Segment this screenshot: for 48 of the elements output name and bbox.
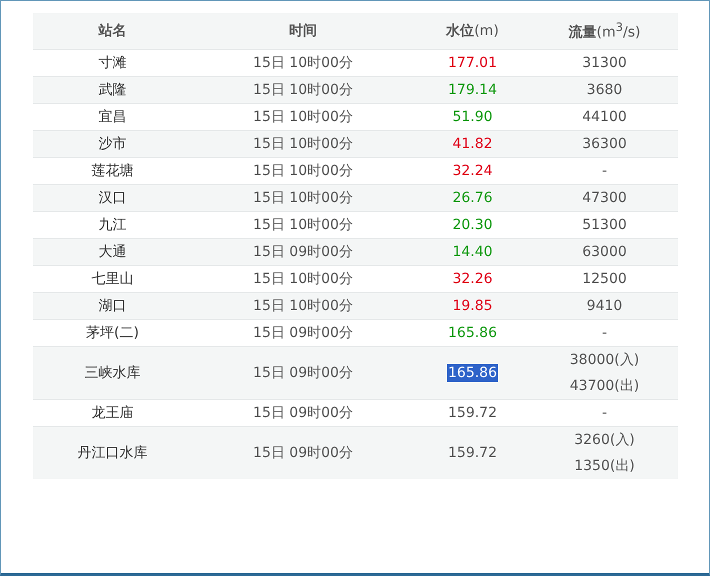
water-level-value: 26.76 — [451, 189, 494, 207]
water-level-value: 159.72 — [447, 404, 498, 422]
flow-value: 44100 — [581, 108, 628, 127]
flow-value: 31300 — [581, 54, 628, 73]
water-level-value: 159.72 — [447, 444, 498, 462]
water-level-value: 179.14 — [447, 81, 498, 99]
flow-value: 36300 — [581, 135, 628, 154]
table-cell: 沙市 — [33, 130, 192, 158]
water-level-value: 19.85 — [451, 297, 494, 315]
flow-value: - — [600, 324, 608, 343]
flow-value: - — [600, 404, 608, 423]
table-cell: 15日 10时00分 — [192, 130, 414, 158]
table-cell: 武隆 — [33, 76, 192, 104]
flow-value: 38000(入) — [568, 351, 640, 370]
flow-value: 12500 — [581, 270, 628, 289]
water-level-value: 14.40 — [451, 243, 494, 261]
water-level-value: 51.90 — [451, 108, 494, 126]
table-cell: 汉口 — [33, 184, 192, 212]
table-cell: 三峡水库 — [33, 346, 192, 400]
column-header: 站名 — [33, 13, 192, 50]
water-level-value: 20.30 — [451, 216, 494, 234]
flow-value: 47300 — [581, 189, 628, 208]
water-level-value: 165.86 — [447, 364, 498, 382]
flow-value: - — [600, 162, 608, 181]
table-cell: 大通 — [33, 238, 192, 266]
water-level-value: 32.26 — [451, 270, 494, 288]
table-cell: 丹江口水库 — [33, 426, 192, 479]
flow-value: 43700(出) — [568, 377, 640, 396]
table-cell: 15日 10时00分 — [192, 184, 414, 212]
table-cell: 15日 10时00分 — [192, 292, 414, 320]
flow-value: 63000 — [581, 243, 628, 262]
table-cell: 15日 09时00分 — [192, 346, 414, 400]
table-cell: 湖口 — [33, 292, 192, 320]
column-header: 流量(m$^{3}$/s) — [531, 13, 678, 50]
water-level-value: 32.24 — [451, 162, 494, 180]
flow-value: 3260(入) — [573, 431, 636, 450]
flow-value: 1350(出) — [573, 457, 636, 476]
flow-value: 51300 — [581, 216, 628, 235]
water-level-value: 41.82 — [451, 135, 494, 153]
water-level-value: 177.01 — [447, 54, 498, 72]
flow-value: 3680 — [586, 81, 624, 100]
table-cell: 15日 10时00分 — [192, 76, 414, 104]
table-cell: 15日 09时00分 — [192, 238, 414, 266]
column-header: 水位(m) — [414, 13, 531, 50]
column-header: 时间 — [192, 13, 414, 50]
flow-value: 9410 — [586, 297, 624, 316]
table-cell: 15日 09时00分 — [192, 426, 414, 479]
water-level-value: 165.86 — [447, 324, 498, 342]
